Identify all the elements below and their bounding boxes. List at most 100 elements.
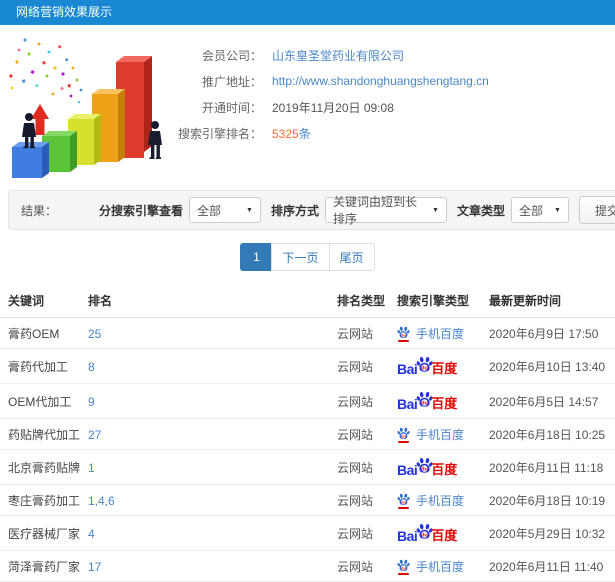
engine-filter-select[interactable]: 全部 ▼: [188, 197, 261, 223]
updated-time-cell: 2020年6月18日 10:19: [489, 494, 606, 508]
page-1-button[interactable]: 1: [240, 243, 273, 271]
rank-link[interactable]: 17: [88, 560, 101, 574]
red-underline: [398, 572, 409, 575]
table-body: 膏药OEM 25 云网站 du 手机百度 2020年6月9日 17:50 膏药代加工 8 云网站…: [0, 318, 615, 582]
page-title: 网络营销效果展示: [16, 5, 113, 19]
info-field-label: 搜索引擎排名：: [177, 126, 262, 141]
updated-time-cell: 2020年6月10日 13:40: [489, 360, 606, 374]
mobile-baidu-paw-icon: du: [397, 559, 410, 575]
mobile-baidu-label: 手机百度: [416, 560, 465, 574]
svg-text:du: du: [401, 332, 406, 337]
info-field-label: 开通时间：: [201, 100, 262, 115]
baidu-logo-bai: Bai: [397, 528, 418, 544]
table-row: 菏泽膏药厂家 17 云网站 du 手机百度 2020年6月11日 11:40: [0, 551, 615, 582]
last-page-button[interactable]: 尾页: [328, 243, 375, 271]
mobile-baidu-logo: du 手机百度: [397, 426, 464, 443]
rank-type-cell: 云网站: [337, 327, 374, 341]
engine-type-cell: Bai du 百度: [397, 450, 489, 485]
engine-type-cell: Bai du 百度: [397, 516, 489, 551]
info-field-row: 推广地址： http://www.shandonghuangshengtang.c…: [170, 68, 615, 94]
rank-type-cell: 云网站: [337, 494, 374, 508]
baidu-paw-icon: du: [397, 427, 410, 439]
red-underline: [398, 506, 409, 509]
rank-link[interactable]: 9: [88, 395, 95, 409]
engine-type-cell: Bai du 百度: [397, 384, 489, 419]
info-fields: 会员公司： 山东皇圣堂药业有限公司 推广地址： http://www.shandong…: [170, 32, 615, 187]
keyword-cell: 医疗器械厂家: [8, 527, 81, 541]
article-type-value: 全部: [518, 203, 543, 218]
sort-select[interactable]: 关键词由短到长排序 ▼: [324, 195, 447, 226]
info-field-label: 推广地址：: [201, 74, 262, 89]
rank-type-cell: 云网站: [337, 560, 374, 574]
mobile-baidu-label: 手机百度: [416, 327, 465, 341]
rank-cell: 4: [88, 516, 337, 551]
mobile-baidu-logo: du 手机百度: [397, 325, 464, 342]
updated-time-cell: 2020年6月5日 14:57: [489, 395, 599, 409]
svg-text:du: du: [401, 565, 406, 570]
rank-link[interactable]: 27: [88, 428, 101, 442]
updated-time-cell: 2020年6月9日 17:50: [489, 327, 599, 341]
baidu-logo: Bai du 百度: [397, 523, 457, 544]
mobile-baidu-logo: du 手机百度: [397, 492, 464, 509]
baidu-logo: Bai du 百度: [397, 391, 457, 412]
updated-time-cell: 2020年5月29日 10:32: [489, 527, 606, 541]
rank-link[interactable]: 1: [88, 461, 95, 475]
table-header-row: 关键词 排名 排名类型 搜索引擎类型 最新更新时间: [0, 283, 615, 318]
mobile-baidu-paw-icon: du: [397, 493, 410, 509]
rank-cell: 8: [88, 349, 337, 384]
baidu-logo-bai: Bai: [397, 361, 418, 377]
rank-cell: 17: [88, 551, 337, 582]
col-rank: 排名: [88, 294, 113, 308]
pagination: 1 下一页 尾页: [0, 243, 615, 271]
baidu-logo-cn: 百度: [431, 462, 458, 477]
svg-text:du: du: [422, 466, 428, 472]
info-field-row: 搜索引擎排名： 5325条: [170, 120, 615, 146]
info-field-row: 开通时间： 2019年11月20日 09:08: [170, 94, 615, 120]
sort-value: 关键词由短到长排序: [332, 195, 417, 226]
engine-type-cell: Bai du 百度: [397, 349, 489, 384]
keyword-cell: 枣庄膏药加工: [8, 494, 81, 508]
info-field-value[interactable]: http://www.shandonghuangshengtang.cn: [272, 74, 489, 88]
next-page-button[interactable]: 下一页: [271, 243, 330, 271]
svg-text:du: du: [422, 400, 428, 406]
rank-link[interactable]: 4: [88, 527, 95, 541]
rank-link[interactable]: 25: [88, 327, 101, 341]
chevron-down-icon: ▼: [554, 206, 561, 214]
rank-link[interactable]: 1,4,6: [88, 494, 115, 508]
confetti-dots: [8, 38, 83, 104]
mobile-baidu-label: 手机百度: [416, 428, 465, 442]
table-row: OEM代加工 9 云网站 Bai du 百度 2020年6月5日 14:57: [0, 384, 615, 419]
table-row: 膏药代加工 8 云网站 Bai du 百度 2020年6月10日 13:40: [0, 349, 615, 384]
engine-type-cell: du 手机百度: [397, 485, 489, 516]
keyword-cell: OEM代加工: [8, 395, 72, 409]
baidu-logo-cn: 百度: [431, 528, 458, 543]
mobile-baidu-label: 手机百度: [416, 494, 465, 508]
rank-link[interactable]: 8: [88, 360, 95, 374]
page-title-bar: 网络营销效果展示: [0, 0, 615, 25]
rank-count-number: 5325: [272, 126, 299, 141]
growth-chart-illustration: [8, 38, 162, 178]
mobile-baidu-logo: du 手机百度: [397, 558, 464, 575]
article-type-select[interactable]: 全部 ▼: [510, 197, 569, 223]
table-row: 北京膏药贴牌 1 云网站 Bai du 百度 2020年6月11日 11:18: [0, 450, 615, 485]
engine-filter-label: 分搜索引擎查看: [98, 203, 183, 218]
rank-cell: 25: [88, 318, 337, 349]
table-row: 医疗器械厂家 4 云网站 Bai du 百度 2020年5月29日 10:32: [0, 516, 615, 551]
rank-cell: 1: [88, 450, 337, 485]
rank-cell: 1,4,6: [88, 485, 337, 516]
mobile-baidu-paw-icon: du: [397, 427, 410, 443]
keyword-cell: 菏泽膏药厂家: [8, 560, 81, 574]
result-label: 结果：: [21, 203, 58, 218]
engine-type-cell: du 手机百度: [397, 551, 489, 582]
submit-button[interactable]: 提交: [578, 196, 615, 224]
svg-text:du: du: [422, 365, 428, 371]
info-section: 会员公司： 山东皇圣堂药业有限公司 推广地址： http://www.shandong…: [0, 25, 615, 187]
results-table: 关键词 排名 排名类型 搜索引擎类型 最新更新时间 膏药OEM 25 云网站 du 手机…: [0, 283, 615, 582]
baidu-logo: Bai du 百度: [397, 356, 457, 377]
info-field-value[interactable]: 山东皇圣堂药业有限公司: [272, 47, 404, 64]
table-row: 药贴牌代加工 27 云网站 du 手机百度 2020年6月18日 10:25: [0, 419, 615, 450]
baidu-paw-icon: du: [397, 326, 410, 338]
baidu-paw-icon: du: [397, 559, 410, 571]
col-keyword: 关键词: [8, 294, 45, 308]
keyword-cell: 膏药代加工: [8, 360, 69, 374]
